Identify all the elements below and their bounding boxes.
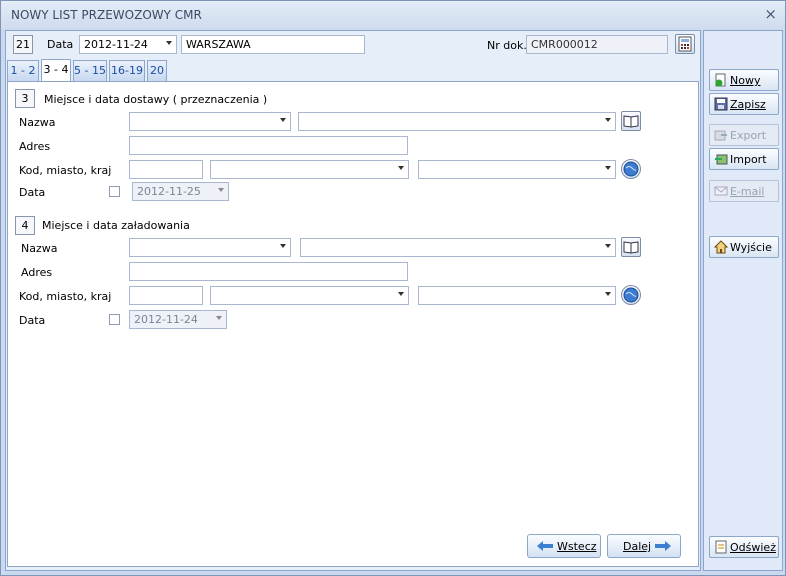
s3-address-input[interactable]: [129, 136, 408, 155]
chevron-down-icon: [280, 118, 286, 122]
header-date-label: Data: [47, 38, 74, 51]
arrow-left-icon: [537, 541, 553, 551]
tab-1-2[interactable]: 1 - 2: [7, 60, 39, 81]
chevron-down-icon: [605, 292, 611, 296]
chevron-down-icon: [216, 316, 222, 320]
s3-city-label: Kod, miasto, kraj: [19, 164, 112, 177]
section4-title: Miejsce i data załadowania: [39, 218, 289, 233]
s4-date-checkbox[interactable]: [109, 314, 120, 325]
s4-address-input[interactable]: [129, 262, 408, 281]
save-icon: [714, 97, 728, 111]
s3-name-select-2[interactable]: [298, 112, 616, 131]
chevron-down-icon: [605, 166, 611, 170]
s3-date-checkbox[interactable]: [109, 186, 120, 197]
book-icon[interactable]: [621, 111, 641, 131]
cmr-window: NOWY LIST PRZEWOZOWY CMR × 21 Data 2012-…: [0, 0, 786, 576]
doc-number-box: 21: [13, 35, 33, 54]
s3-name-label: Nazwa: [19, 116, 56, 129]
new-button[interactable]: Nowy: [709, 69, 779, 91]
s3-zip-input[interactable]: [129, 160, 203, 179]
import-icon: [715, 154, 728, 165]
refresh-button[interactable]: Odśwież: [709, 536, 779, 558]
s4-city-select[interactable]: [210, 286, 409, 305]
chevron-down-icon: [398, 292, 404, 296]
exit-button[interactable]: Wyjście: [709, 236, 779, 258]
s4-date-label: Data: [19, 314, 46, 327]
refresh-icon: [715, 540, 727, 554]
close-icon[interactable]: ×: [764, 5, 777, 23]
back-label: Wstecz: [557, 540, 597, 553]
email-button: E-mail: [709, 180, 779, 202]
export-button: Export: [709, 124, 779, 146]
export-icon: [714, 130, 727, 141]
home-icon: [714, 240, 728, 254]
back-button[interactable]: Wstecz: [527, 534, 601, 558]
refresh-label: Odśwież: [730, 541, 776, 554]
email-icon: [714, 186, 728, 196]
tab-3-4[interactable]: 3 - 4: [41, 59, 71, 82]
email-label: E-mail: [730, 185, 765, 198]
s3-name-select[interactable]: [129, 112, 291, 131]
title-bar[interactable]: NOWY LIST PRZEWOZOWY CMR ×: [1, 1, 785, 29]
section3-title: Miejsce i data dostawy ( przeznaczenia ): [41, 92, 289, 107]
s4-name-select-2[interactable]: [300, 238, 616, 257]
window-title: NOWY LIST PRZEWOZOWY CMR: [11, 8, 202, 22]
s3-city-select[interactable]: [210, 160, 409, 179]
s4-city-label: Kod, miasto, kraj: [19, 290, 112, 303]
globe-icon[interactable]: [621, 159, 641, 179]
chevron-down-icon: [166, 41, 172, 45]
s4-country-select[interactable]: [418, 286, 616, 305]
sidebar: Nowy Zapisz Export Import E-mail Wyjście…: [703, 30, 783, 571]
arrow-right-icon: [655, 541, 671, 551]
s4-zip-input[interactable]: [129, 286, 203, 305]
s3-date-select: 2012-11-25: [132, 182, 229, 201]
export-label: Export: [730, 129, 767, 142]
s4-address-label: Adres: [21, 266, 53, 279]
tab-16-19[interactable]: 16-19: [109, 60, 145, 81]
save-button[interactable]: Zapisz: [709, 93, 779, 115]
chevron-down-icon: [398, 166, 404, 170]
import-button[interactable]: Import: [709, 148, 779, 170]
globe-icon[interactable]: [621, 285, 641, 305]
save-label: Zapisz: [730, 98, 766, 111]
s3-address-label: Adres: [19, 140, 51, 153]
s4-date-value: 2012-11-24: [134, 313, 198, 326]
calculator-icon[interactable]: [675, 34, 695, 54]
s4-name-label: Nazwa: [21, 242, 58, 255]
exit-label: Wyjście: [730, 241, 772, 254]
new-document-icon: [715, 73, 726, 87]
book-icon[interactable]: [621, 237, 641, 257]
s4-name-select[interactable]: [129, 238, 291, 257]
s4-date-select: 2012-11-24: [129, 310, 227, 329]
chevron-down-icon: [605, 244, 611, 248]
place-input[interactable]: WARSZAWA: [181, 35, 365, 54]
next-label: Dalej: [623, 540, 652, 553]
chevron-down-icon: [218, 188, 224, 192]
tab-5-15[interactable]: 5 - 15: [73, 60, 107, 81]
s3-date-label: Data: [19, 186, 46, 199]
import-label: Import: [730, 153, 767, 166]
chevron-down-icon: [280, 244, 286, 248]
tab-20[interactable]: 20: [147, 60, 167, 81]
section3-number: 3: [15, 89, 35, 108]
chevron-down-icon: [605, 118, 611, 122]
new-label: Nowy: [730, 74, 761, 87]
header-date-select[interactable]: 2012-11-24: [79, 35, 177, 54]
s3-date-value: 2012-11-25: [137, 185, 201, 198]
section4-number: 4: [15, 216, 35, 235]
header-date-value: 2012-11-24: [84, 38, 148, 51]
docno-label: Nr dok.: [487, 39, 527, 52]
s3-country-select[interactable]: [418, 160, 616, 179]
docno-field: CMR000012: [526, 35, 668, 54]
next-button[interactable]: Dalej: [607, 534, 681, 558]
